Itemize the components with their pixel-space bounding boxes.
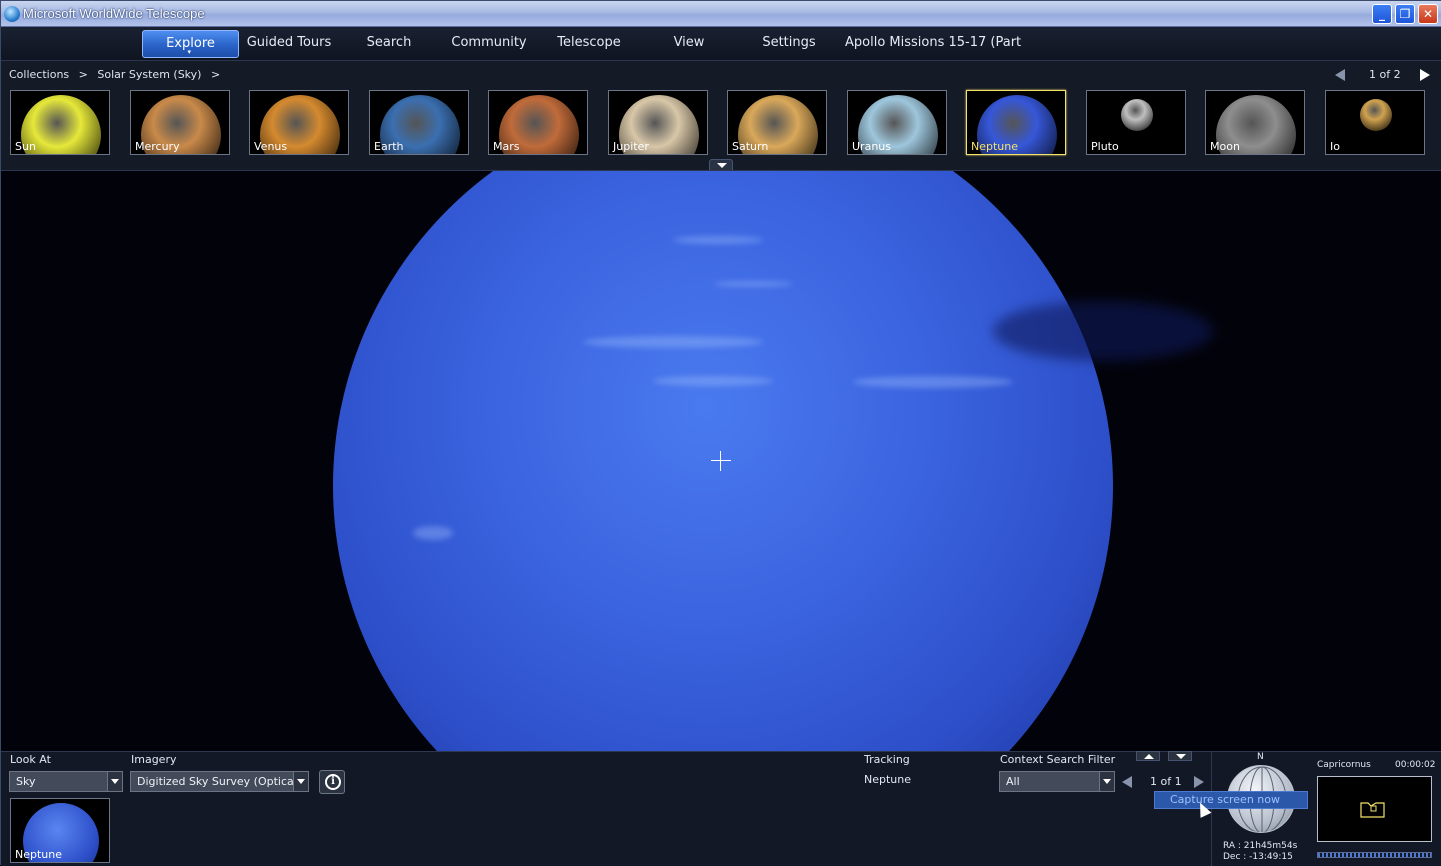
io-thumb-image <box>1360 99 1392 131</box>
constellation-minimap[interactable] <box>1317 776 1432 842</box>
thumbnail-label: Earth <box>374 140 404 153</box>
chevron-down-icon[interactable] <box>293 772 308 791</box>
title-bar[interactable]: Microsoft WorldWide Telescope _ ❐ ✕ <box>1 1 1441 27</box>
menu-guided-tours[interactable]: Guided Tours <box>241 30 337 58</box>
breadcrumb-separator: > <box>210 68 221 81</box>
minimize-button[interactable]: _ <box>1372 4 1392 24</box>
current-object-label: Neptune <box>15 848 63 861</box>
imagery-value: Digitized Sky Survey (Optical... <box>137 775 308 788</box>
ra-readout: RA : 21h45m54s <box>1223 841 1298 851</box>
menu-search[interactable]: Search <box>345 30 433 58</box>
thumbnail-mercury[interactable]: Mercury <box>130 90 230 155</box>
sky-view[interactable] <box>1 171 1441 751</box>
thumbnail-label: Venus <box>254 140 288 153</box>
context-next-icon[interactable] <box>1194 776 1204 788</box>
pluto-thumb-image <box>1121 99 1153 131</box>
menu-bar: Explore ▾ Guided Tours Search Community … <box>1 27 1441 76</box>
window-title: Microsoft WorldWide Telescope <box>23 6 205 21</box>
thumbnail-io[interactable]: Io <box>1325 90 1425 155</box>
close-button[interactable]: ✕ <box>1418 4 1438 24</box>
thumbnail-label: Sun <box>15 140 36 153</box>
chevron-down-icon[interactable] <box>1099 772 1114 791</box>
restore-button[interactable]: ❐ <box>1395 4 1415 24</box>
chevron-down-icon: ▾ <box>187 48 192 56</box>
thumbnail-label: Neptune <box>971 140 1019 153</box>
scroll-up-button[interactable] <box>1136 751 1160 761</box>
thumbnail-label: Jupiter <box>613 140 649 153</box>
thumbnail-moon[interactable]: Moon <box>1205 90 1305 155</box>
scroll-down-button[interactable] <box>1168 751 1192 761</box>
info-icon: i <box>325 774 341 790</box>
context-filter-select[interactable]: All <box>999 771 1115 792</box>
thumbnail-label: Mercury <box>135 140 180 153</box>
tracking-label: Tracking <box>864 753 910 766</box>
cloud-band <box>853 376 1013 388</box>
thumbnail-label: Io <box>1330 140 1340 153</box>
context-filter-label: Context Search Filter <box>1000 753 1116 766</box>
context-prev-icon[interactable] <box>1122 776 1132 788</box>
page-indicator: 1 of 2 <box>1369 68 1401 81</box>
cloud-band <box>713 281 793 287</box>
tracking-value: Neptune <box>864 773 912 786</box>
constellation-outline-icon <box>1360 802 1385 818</box>
info-button[interactable]: i <box>319 770 345 794</box>
thumbnail-uranus[interactable]: Uranus <box>847 90 947 155</box>
thumbnail-label: Saturn <box>732 140 769 153</box>
thumbnail-neptune[interactable]: Neptune <box>966 90 1066 155</box>
next-page-icon[interactable] <box>1420 69 1430 81</box>
context-pager: 1 of 1 <box>1150 775 1182 788</box>
great-dark-spot <box>993 301 1213 361</box>
thumbnail-saturn[interactable]: Saturn <box>727 90 827 155</box>
constellation-name: Capricornus <box>1317 760 1371 770</box>
app-window: Microsoft WorldWide Telescope _ ❐ ✕ Expl… <box>0 0 1441 866</box>
chevron-down-icon[interactable] <box>107 772 122 791</box>
crosshair-icon <box>711 451 731 471</box>
prev-page-icon[interactable] <box>1335 69 1345 81</box>
breadcrumb: Collections > Solar System (Sky) > <box>9 68 226 81</box>
thumbnail-sun[interactable]: Sun <box>10 90 110 155</box>
elapsed-time: 00:00:02 <box>1395 760 1436 770</box>
context-filter-value: All <box>1006 775 1020 788</box>
imagery-label: Imagery <box>131 753 177 766</box>
cloud-band <box>413 526 453 540</box>
expand-browser-button[interactable] <box>709 159 733 170</box>
thumbnail-pluto[interactable]: Pluto <box>1086 90 1186 155</box>
thumbnail-label: Pluto <box>1091 140 1119 153</box>
menu-community[interactable]: Community <box>441 30 537 58</box>
menu-recent-tour[interactable]: Apollo Missions 15-17 (Part 3... <box>839 30 1039 76</box>
cloud-band <box>673 236 763 244</box>
menu-explore[interactable]: Explore ▾ <box>142 30 239 58</box>
thumbnail-earth[interactable]: Earth <box>369 90 469 155</box>
breadcrumb-solar-system[interactable]: Solar System (Sky) <box>97 68 201 81</box>
look-at-value: Sky <box>16 775 36 788</box>
thumbnail-label: Mars <box>493 140 520 153</box>
look-at-label: Look At <box>10 753 51 766</box>
thumbnail-mars[interactable]: Mars <box>488 90 588 155</box>
thumbnail-label: Uranus <box>852 140 891 153</box>
dec-readout: Dec : -13:49:15 <box>1223 852 1293 862</box>
imagery-select[interactable]: Digitized Sky Survey (Optical... <box>130 771 309 792</box>
time-progress-bar[interactable] <box>1317 852 1432 858</box>
menu-settings[interactable]: Settings <box>741 30 837 58</box>
menu-telescope[interactable]: Telescope <box>541 30 637 58</box>
breadcrumb-collections[interactable]: Collections <box>9 68 69 81</box>
current-object-thumbnail[interactable]: Neptune <box>10 798 110 863</box>
capture-screen-tooltip[interactable]: Capture screen now <box>1154 791 1308 809</box>
thumbnail-label: Moon <box>1210 140 1240 153</box>
cloud-band <box>653 376 773 386</box>
thumbnail-jupiter[interactable]: Jupiter <box>608 90 708 155</box>
compass-north-label: N <box>1257 752 1264 762</box>
cloud-band <box>583 336 763 348</box>
look-at-select[interactable]: Sky <box>9 771 123 792</box>
breadcrumb-separator: > <box>78 68 88 81</box>
wwt-logo-icon <box>4 6 20 22</box>
thumbnail-venus[interactable]: Venus <box>249 90 349 155</box>
menu-view[interactable]: View <box>641 30 737 58</box>
